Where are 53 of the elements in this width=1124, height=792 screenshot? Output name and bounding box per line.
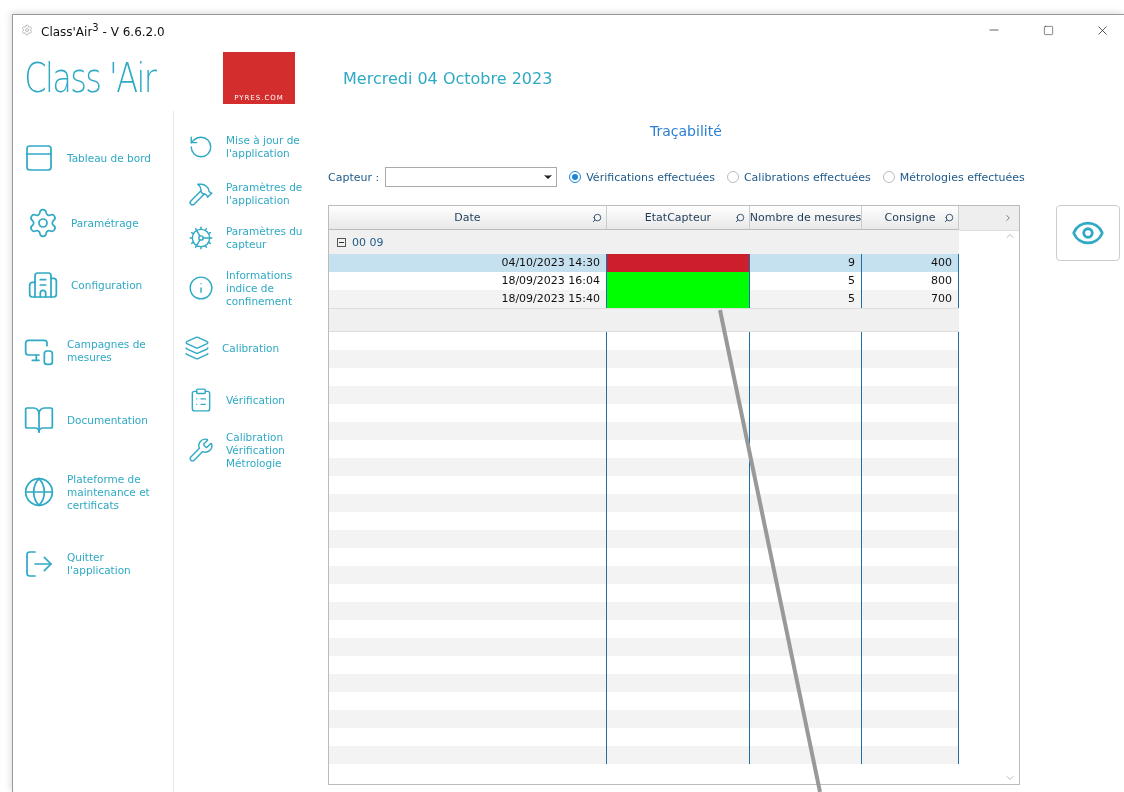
sensor-dropdown[interactable] (385, 167, 558, 187)
nav-item[interactable]: Quitter l'application (13, 533, 173, 595)
info-icon (188, 275, 214, 301)
current-date: Mercredi 04 Octobre 2023 (343, 68, 553, 88)
nav-item[interactable]: Campagnes de mesures (13, 319, 173, 383)
radio-label: Métrologies effectuées (899, 170, 1025, 184)
exit-icon (23, 548, 55, 580)
nav-item[interactable]: Paramètres de l'application (174, 171, 322, 217)
app-icon (21, 24, 33, 36)
table-cell: 9 (750, 254, 862, 272)
column-header[interactable]: Consigne (862, 206, 959, 230)
scroll-right-icon[interactable] (1003, 213, 1013, 223)
nav-item[interactable]: Plateforme de maintenance et certificats (13, 457, 173, 527)
table-cell: 400 (862, 254, 959, 272)
group-row[interactable]: 00 09 (329, 230, 959, 254)
nav-item[interactable]: Calibration Vérification Métrologie (174, 421, 322, 479)
nav-item[interactable]: Tableau de bord (13, 127, 173, 189)
search-icon[interactable] (944, 213, 954, 223)
window-title: Class'Air$^{3}$ - V 6.6.2.0 (41, 21, 166, 39)
refresh-icon (188, 134, 214, 160)
radio-label: Vérifications effectuées (586, 170, 715, 184)
nav-item[interactable]: Documentation (13, 389, 173, 451)
app-logo: Class 'Air (23, 55, 158, 101)
nav-item[interactable]: Informations indice de confinement (174, 259, 322, 317)
nav-item[interactable]: Calibration (174, 317, 322, 379)
search-icon[interactable] (735, 213, 745, 223)
column-header[interactable]: EtatCapteur (607, 206, 750, 230)
table-row[interactable]: 18/09/2023 15:40 5 700 (329, 290, 959, 308)
table-row[interactable]: 04/10/2023 14:30 9 400 (329, 254, 959, 272)
search-icon[interactable] (592, 213, 602, 223)
panel-title: Traçabilité (650, 123, 722, 139)
table-cell: 04/10/2023 14:30 (329, 254, 607, 272)
wrench-icon (188, 437, 214, 463)
book-icon (23, 404, 55, 436)
maximize-icon (1042, 24, 1054, 36)
view-button[interactable] (1056, 205, 1120, 261)
layers-icon (184, 335, 210, 361)
nav-item[interactable]: Paramètres du capteur (174, 217, 322, 259)
sensor-label: Capteur : (328, 170, 380, 184)
collapse-icon[interactable] (337, 237, 346, 247)
column-header[interactable]: Date (329, 206, 607, 230)
hammer-icon (188, 181, 214, 207)
column-header[interactable]: Nombre de mesures (750, 206, 862, 230)
gear-icon (27, 207, 59, 239)
radio-label: Calibrations effectuées (743, 170, 871, 184)
nav-item[interactable]: Paramétrage (13, 195, 173, 251)
nav-item[interactable]: Mise à jour de l'application (174, 123, 322, 171)
nav-item[interactable]: Vérification (174, 379, 322, 421)
gear-icon (188, 225, 214, 251)
panel-icon (23, 142, 55, 174)
building-icon (27, 269, 59, 301)
nav-item[interactable]: Configuration (13, 257, 173, 313)
globe-icon (23, 476, 55, 508)
